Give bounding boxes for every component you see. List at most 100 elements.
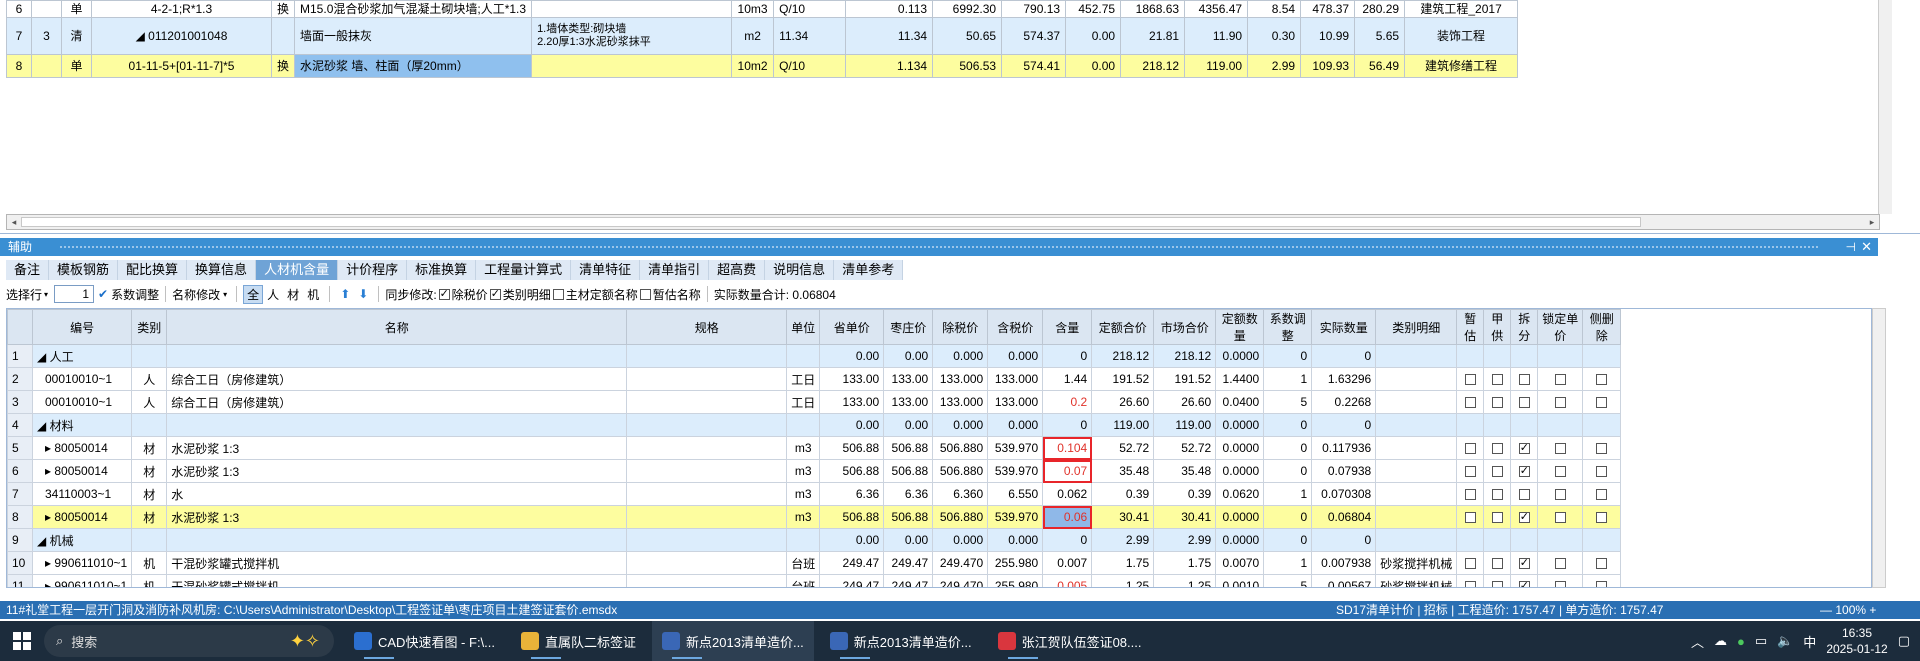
spec-cell[interactable] xyxy=(626,528,788,552)
column-header[interactable]: 单位 xyxy=(786,309,821,345)
table-row[interactable]: 9 ◢ 机械 0.00 0.00 0.000 0.000 0 2.99 2.99 0.0000 0 0 xyxy=(7,528,1622,552)
spec-cell[interactable] xyxy=(626,344,788,368)
row-number[interactable]: 7 xyxy=(6,17,32,55)
p3-cell[interactable]: 133.000 xyxy=(932,390,989,414)
coef-cell[interactable]: 1 xyxy=(1263,367,1313,391)
split-checkbox[interactable] xyxy=(1518,579,1530,587)
name-cell[interactable] xyxy=(166,344,628,368)
value-cell[interactable]: 478.37 xyxy=(1300,0,1356,18)
est-checkbox-cell[interactable] xyxy=(1456,436,1485,460)
column-header[interactable]: 拆分 xyxy=(1510,309,1539,345)
p1-cell[interactable]: 0.00 xyxy=(819,413,885,437)
t1-cell[interactable]: 35.48 xyxy=(1091,459,1155,483)
column-header[interactable] xyxy=(7,309,33,345)
act-cell[interactable]: 0.117936 xyxy=(1311,436,1377,460)
split-checkbox-cell[interactable] xyxy=(1510,436,1539,460)
tab-6[interactable]: 标准换算 xyxy=(407,260,477,280)
p2-cell[interactable]: 506.88 xyxy=(883,505,934,529)
cat-cell[interactable] xyxy=(1375,528,1458,552)
name-cell[interactable]: 综合工日（房修建筑） xyxy=(166,367,628,391)
act-cell[interactable]: 0.00567 xyxy=(1311,574,1377,587)
lock-checkbox-cell[interactable] xyxy=(1537,413,1584,437)
unit-cell[interactable]: 台班 xyxy=(786,574,821,587)
total-cell[interactable]: 574.37 xyxy=(1001,17,1067,55)
t2-cell[interactable]: 35.48 xyxy=(1153,459,1217,483)
jia-checkbox-cell[interactable] xyxy=(1483,390,1512,414)
coef-cell[interactable]: 0 xyxy=(1263,344,1313,368)
t2-cell[interactable]: 218.12 xyxy=(1153,344,1217,368)
qty-cell[interactable]: 0.2 xyxy=(1042,390,1093,414)
lock-checkbox[interactable] xyxy=(1554,489,1566,501)
dq-cell[interactable]: 0.0400 xyxy=(1215,390,1265,414)
t2-cell[interactable]: 30.41 xyxy=(1153,505,1217,529)
chevron-up-icon[interactable]: ︿ xyxy=(1691,632,1704,651)
unit-cell[interactable] xyxy=(786,413,821,437)
act-cell[interactable]: 0.2268 xyxy=(1311,390,1377,414)
column-header[interactable]: 锁定单价 xyxy=(1537,309,1584,345)
value-cell[interactable]: 10.99 xyxy=(1300,17,1356,55)
spec-cell[interactable] xyxy=(626,413,788,437)
unit-cell[interactable]: m3 xyxy=(786,459,821,483)
tab-2[interactable]: 配比换算 xyxy=(118,260,188,280)
del-checkbox[interactable] xyxy=(1596,512,1608,524)
clock[interactable]: 16:35 2025-01-12 xyxy=(1826,625,1887,657)
column-header[interactable]: 名称 xyxy=(166,309,628,345)
spec-cell[interactable] xyxy=(626,390,788,414)
split-checkbox[interactable] xyxy=(1518,489,1530,501)
coef-cell[interactable]: 5 xyxy=(1263,390,1313,414)
jia-checkbox[interactable] xyxy=(1491,512,1503,524)
jia-checkbox[interactable] xyxy=(1491,558,1503,570)
jia-checkbox-cell[interactable] xyxy=(1483,459,1512,483)
kind-cell[interactable]: 材 xyxy=(131,482,168,506)
est-checkbox-cell[interactable] xyxy=(1456,390,1485,414)
cat-cell[interactable] xyxy=(1375,436,1458,460)
qty-cell[interactable]: 0.104 xyxy=(1042,436,1093,460)
arrow-up-icon[interactable]: ⬆ xyxy=(340,287,350,301)
cat-cell[interactable] xyxy=(1375,367,1458,391)
kind-cell[interactable] xyxy=(131,528,168,552)
t2-cell[interactable]: 2.99 xyxy=(1153,528,1217,552)
lock-checkbox-cell[interactable] xyxy=(1537,505,1584,529)
split-checkbox-cell[interactable] xyxy=(1510,367,1539,391)
p4-cell[interactable]: 539.970 xyxy=(987,505,1044,529)
spec-cell[interactable] xyxy=(626,459,788,483)
del-checkbox-cell[interactable] xyxy=(1582,367,1622,391)
qty-cell[interactable]: 1.134 xyxy=(845,54,934,78)
lock-checkbox-cell[interactable] xyxy=(1537,574,1584,587)
table-row[interactable]: 10 ▸ 990611010~1 机干混砂浆罐式搅拌机 台班 249.47 249.47 2… xyxy=(7,551,1622,575)
network-icon[interactable]: ▭ xyxy=(1755,633,1767,649)
jia-checkbox-cell[interactable] xyxy=(1483,528,1512,552)
jia-checkbox-cell[interactable] xyxy=(1483,436,1512,460)
p1-cell[interactable]: 6.36 xyxy=(819,482,885,506)
taskbar-app[interactable]: 直属队二标签证 xyxy=(511,621,646,661)
cat-cell[interactable] xyxy=(1375,505,1458,529)
t2-cell[interactable]: 26.60 xyxy=(1153,390,1217,414)
lock-checkbox[interactable] xyxy=(1554,374,1566,386)
tab-9[interactable]: 清单指引 xyxy=(640,260,710,280)
value-cell[interactable]: 8.54 xyxy=(1247,0,1302,18)
del-checkbox[interactable] xyxy=(1596,558,1608,570)
p1-cell[interactable]: 133.00 xyxy=(819,367,885,391)
lock-checkbox[interactable] xyxy=(1554,466,1566,478)
split-checkbox[interactable] xyxy=(1518,397,1530,409)
column-header[interactable]: 实际数量 xyxy=(1311,309,1377,345)
row-number[interactable]: 1 xyxy=(7,344,33,368)
table-row[interactable]: 7 34110003~1 材水 m3 6.36 6.36 6.360 6.550 0.062 0.… xyxy=(7,482,1622,506)
p3-cell[interactable]: 0.000 xyxy=(932,344,989,368)
p4-cell[interactable]: 0.000 xyxy=(987,413,1044,437)
kind-cell[interactable]: 人 xyxy=(131,367,168,391)
p3-cell[interactable]: 249.470 xyxy=(932,551,989,575)
windows-start-icon[interactable] xyxy=(0,621,44,661)
dq-cell[interactable]: 0.0070 xyxy=(1215,551,1265,575)
row-number[interactable]: 9 xyxy=(7,528,33,552)
jia-checkbox-cell[interactable] xyxy=(1483,367,1512,391)
p1-cell[interactable]: 506.88 xyxy=(819,436,885,460)
row-number[interactable]: 6 xyxy=(6,0,32,18)
seq-cell[interactable] xyxy=(31,0,62,18)
dq-cell[interactable]: 1.4400 xyxy=(1215,367,1265,391)
scroll-left-icon[interactable]: ◂ xyxy=(7,215,21,229)
p2-cell[interactable]: 133.00 xyxy=(883,367,934,391)
est-checkbox[interactable] xyxy=(1464,558,1476,570)
split-checkbox[interactable] xyxy=(1518,441,1530,455)
value-cell[interactable]: 11.90 xyxy=(1184,17,1249,55)
